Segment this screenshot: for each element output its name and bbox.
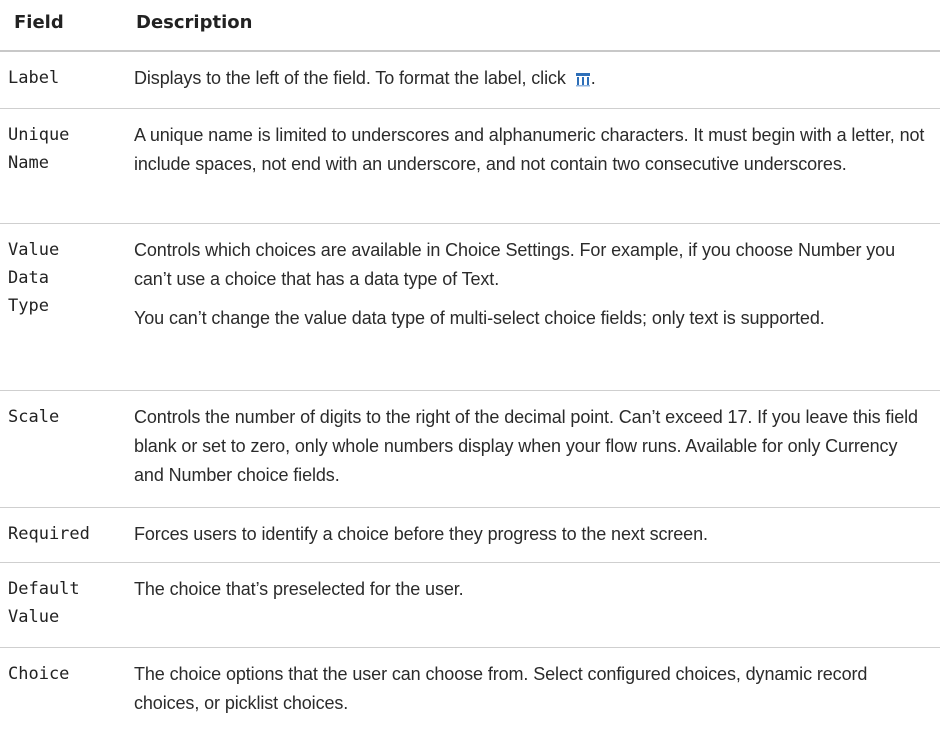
description-text: Displays to the left of the field. To fo… (134, 68, 566, 88)
description-text: The choice options that the user can cho… (134, 664, 868, 713)
table-row-label: Label Displays to the left of the field.… (0, 52, 940, 109)
description-text: The choice that’s preselected for the us… (134, 579, 464, 599)
column-header-description: Description (136, 12, 253, 33)
field-name: Default Value (8, 579, 80, 627)
table-row-required: Required Forces users to identify a choi… (0, 508, 940, 563)
description-text: A unique name is limited to underscores … (134, 125, 925, 174)
field-name: Value Data Type (8, 240, 60, 316)
field-description: Controls which choices are available in … (134, 236, 928, 333)
description-note: You can’t change the value data type of … (134, 308, 825, 328)
description-end: . (590, 68, 596, 88)
field-description: Displays to the left of the field. To fo… (134, 64, 928, 93)
format-text-icon[interactable] (575, 67, 591, 87)
table-row-scale: Scale Controls the number of digits to t… (0, 391, 940, 508)
field-name: Choice (8, 664, 70, 684)
field-description: The choice options that the user can cho… (134, 660, 928, 718)
table-row-default-value: Default Value The choice that’s preselec… (0, 563, 940, 648)
field-description: Controls the number of digits to the rig… (134, 403, 928, 490)
field-name: Required (8, 524, 90, 544)
field-description: Forces users to identify a choice before… (134, 520, 928, 549)
field-description: The choice that’s preselected for the us… (134, 575, 928, 604)
field-name: Unique Name (8, 125, 70, 173)
column-header-field: Field (14, 12, 64, 33)
table-header-row: Field Description (0, 0, 940, 52)
description-text: Controls the number of digits to the rig… (134, 407, 918, 485)
table-row-choice: Choice The choice options that the user … (0, 648, 940, 756)
field-name: Label (8, 68, 60, 88)
description-text: Forces users to identify a choice before… (134, 524, 708, 544)
table-row-value-data-type: Value Data Type Controls which choices a… (0, 224, 940, 391)
field-name: Scale (8, 407, 60, 427)
description-text: Controls which choices are available in … (134, 240, 895, 289)
field-description-table: Field Description Label Displays to the … (0, 0, 940, 756)
table-row-unique-name: Unique Name A unique name is limited to … (0, 109, 940, 224)
field-description: A unique name is limited to underscores … (134, 121, 928, 179)
